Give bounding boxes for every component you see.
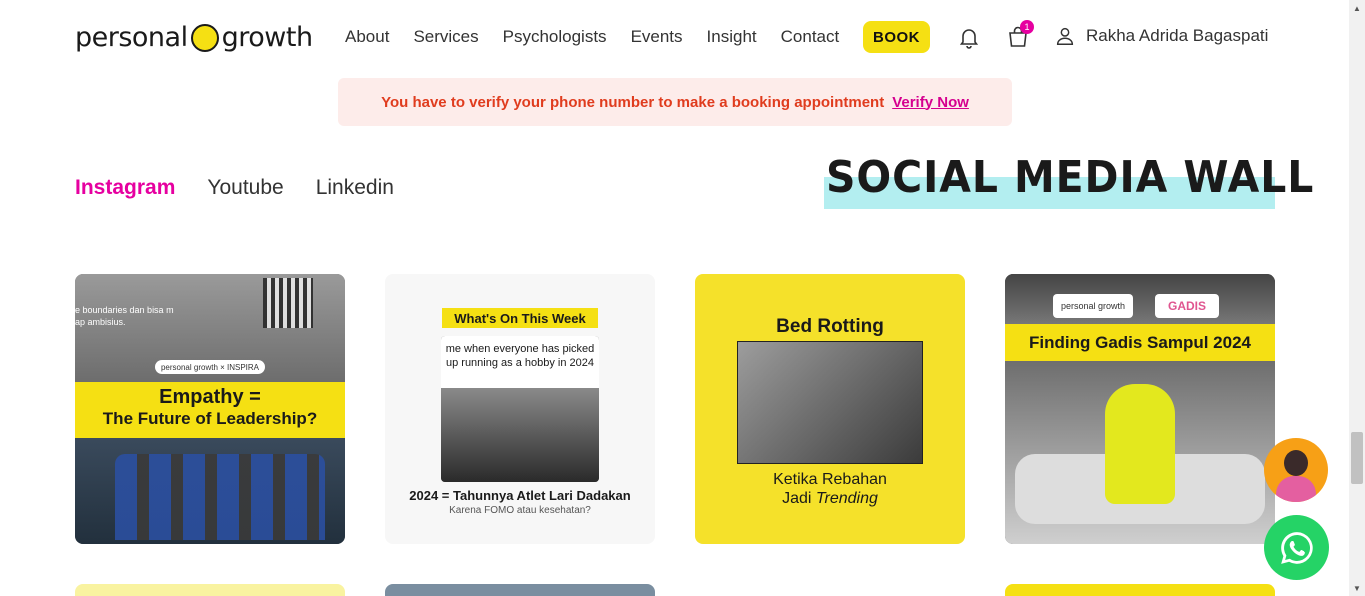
scroll-up-arrow-icon[interactable]: ▲ — [1353, 4, 1361, 13]
people-figures — [115, 454, 325, 540]
person-figure — [1105, 384, 1175, 504]
headline-line-1: Empathy = — [159, 386, 261, 408]
customer-service-icon[interactable] — [1264, 438, 1328, 502]
instagram-post-gadis-sampul[interactable]: personal growth GADIS Finding Gadis Samp… — [1005, 274, 1275, 544]
post-subcaption: Karena FOMO atau kesehatan? — [449, 505, 591, 516]
whatsapp-icon[interactable] — [1264, 515, 1329, 580]
post-headline: Empathy = The Future of Leadership? — [75, 382, 345, 438]
meme-photo — [441, 388, 599, 482]
instagram-post-partial-1[interactable] — [75, 584, 345, 596]
meme-image: me when everyone has picked up running a… — [441, 336, 599, 482]
page-scrollbar[interactable] — [1349, 0, 1365, 596]
agent-head — [1284, 450, 1308, 476]
bell-icon[interactable] — [957, 25, 981, 49]
section-title-wrap: SOCIAL MEDIA WALL — [824, 150, 1313, 210]
qr-code-icon — [263, 278, 313, 328]
main-nav: About Services Psychologists Events Insi… — [345, 27, 839, 47]
verify-phone-alert: You have to verify your phone number to … — [338, 78, 1012, 126]
site-header: personal growth About Services Psycholog… — [0, 0, 1349, 76]
instagram-post-bed-rotting[interactable]: Bed Rotting Ketika Rebahan Jadi Trending — [695, 274, 965, 544]
brand-logo-pill: personal growth — [1053, 294, 1133, 318]
nav-about[interactable]: About — [345, 27, 389, 47]
nav-insight[interactable]: Insight — [707, 27, 757, 47]
slide-text: e boundaries dan bisa m ap ambisius. — [75, 305, 174, 327]
instagram-post-partial-2[interactable] — [385, 584, 655, 596]
nav-contact[interactable]: Contact — [781, 27, 840, 47]
verify-now-link[interactable]: Verify Now — [892, 94, 969, 111]
site-logo[interactable]: personal growth — [75, 22, 313, 53]
event-stage-photo — [1005, 274, 1275, 324]
logo-text-personal: personal — [75, 22, 188, 53]
scrollbar-thumb[interactable] — [1351, 432, 1363, 484]
user-icon — [1056, 27, 1074, 45]
caption-line-1: Ketika Rebahan — [773, 471, 887, 488]
alert-message: You have to verify your phone number to … — [381, 93, 885, 111]
scroll-down-arrow-icon[interactable]: ▼ — [1353, 584, 1361, 593]
tab-instagram[interactable]: Instagram — [75, 176, 175, 200]
post-headline: Finding Gadis Sampul 2024 — [1005, 324, 1275, 361]
logo-dot-icon — [190, 23, 219, 52]
caption-line-2: Jadi Trending — [782, 490, 878, 507]
social-tabs: Instagram Youtube Linkedin — [75, 176, 394, 200]
whatsapp-glyph-icon — [1280, 531, 1313, 564]
headline-line-2: The Future of Leadership? — [102, 409, 318, 428]
gadis-logo-pill: GADIS — [1155, 294, 1219, 318]
user-menu[interactable]: Rakha Adrida Bagaspati — [1054, 25, 1268, 47]
post-photo — [737, 341, 923, 464]
instagram-post-partial-4[interactable] — [1005, 584, 1275, 596]
cart-count-badge: 1 — [1020, 20, 1034, 34]
logo-text-growth: growth — [221, 22, 313, 53]
nav-psychologists[interactable]: Psychologists — [503, 27, 607, 47]
post-title: Bed Rotting — [776, 316, 884, 337]
user-name: Rakha Adrida Bagaspati — [1086, 26, 1269, 45]
book-button[interactable]: BOOK — [863, 21, 930, 53]
instagram-post-empathy[interactable]: e boundaries dan bisa m ap ambisius. per… — [75, 274, 345, 544]
post-caption: Ketika Rebahan Jadi Trending — [695, 470, 965, 508]
nav-events[interactable]: Events — [631, 27, 683, 47]
tab-linkedin[interactable]: Linkedin — [316, 176, 394, 200]
nav-services[interactable]: Services — [413, 27, 478, 47]
section-title: SOCIAL MEDIA WALL — [826, 152, 1315, 203]
partner-logo-pill: personal growth × INSPIRA — [155, 360, 265, 374]
instagram-post-running[interactable]: What's On This Week me when everyone has… — [385, 274, 655, 544]
agent-body — [1276, 476, 1316, 502]
tab-youtube[interactable]: Youtube — [207, 176, 283, 200]
post-caption: 2024 = Tahunnya Atlet Lari Dadakan — [409, 488, 631, 503]
post-header: What's On This Week — [442, 308, 598, 328]
meme-text: me when everyone has picked up running a… — [441, 336, 599, 388]
